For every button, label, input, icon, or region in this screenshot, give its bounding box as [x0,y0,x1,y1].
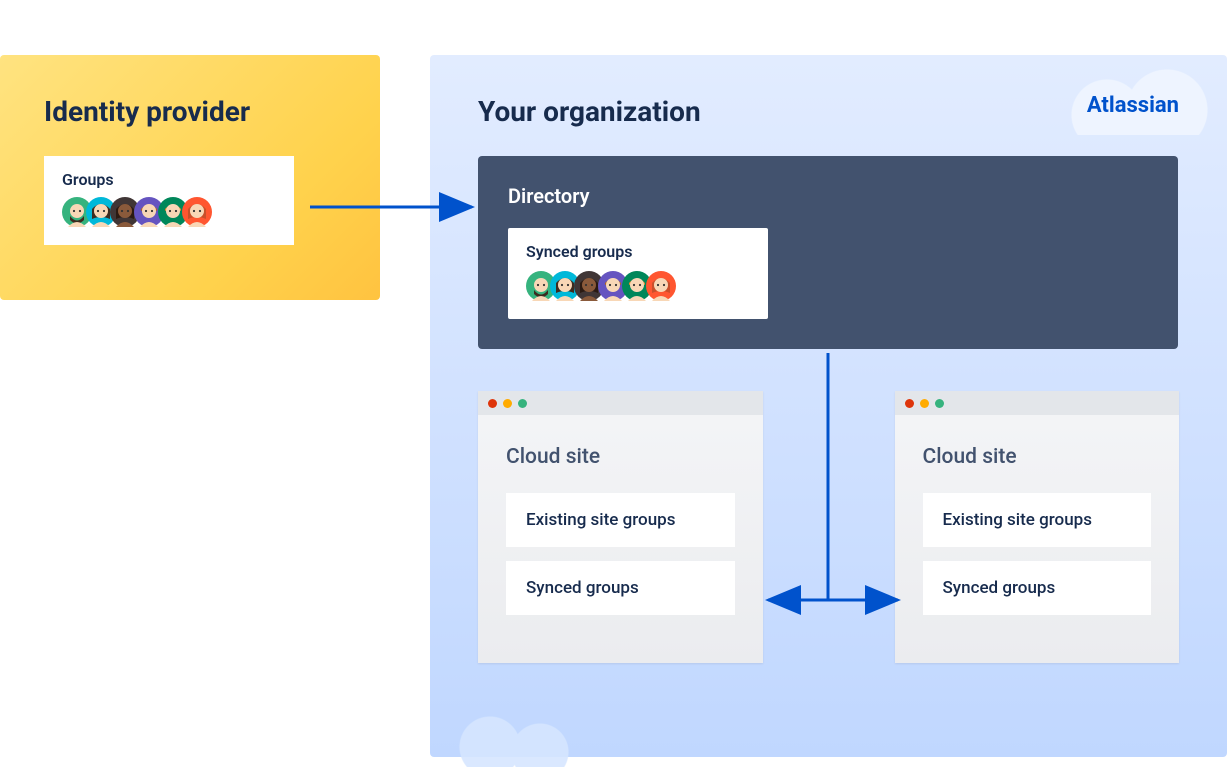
user-avatar-icon [182,197,212,227]
cloud-site-window: Cloud site Existing site groups Synced g… [478,391,763,663]
organization-panel: Your organization Atlassian Directory Sy… [430,55,1227,757]
brand-label: Atlassian [1087,93,1179,118]
cloud-site-title: Cloud site [923,445,1152,469]
identity-provider-panel: Identity provider Groups [0,55,380,300]
window-dot-close-icon [488,399,497,408]
existing-groups-box: Existing site groups [506,493,735,547]
directory-synced-card: Synced groups [508,228,768,319]
window-dot-max-icon [935,399,944,408]
directory-avatar-row [526,271,750,301]
window-dot-min-icon [503,399,512,408]
cloud-decoration [450,707,600,767]
synced-groups-box: Synced groups [506,561,735,615]
cloud-site-window: Cloud site Existing site groups Synced g… [895,391,1180,663]
directory-title: Directory [508,184,1148,208]
identity-provider-title: Identity provider [44,95,336,128]
idp-avatar-row [62,197,276,227]
existing-groups-box: Existing site groups [923,493,1152,547]
cloud-sites-row: Cloud site Existing site groups Synced g… [478,391,1179,663]
window-titlebar [478,391,763,415]
window-titlebar [895,391,1180,415]
synced-groups-box: Synced groups [923,561,1152,615]
window-dot-min-icon [920,399,929,408]
user-avatar-icon [646,271,676,301]
cloud-site-title: Cloud site [506,445,735,469]
window-dot-close-icon [905,399,914,408]
directory-synced-label: Synced groups [526,242,750,261]
idp-groups-label: Groups [62,170,276,189]
idp-groups-card: Groups [44,156,294,245]
window-dot-max-icon [518,399,527,408]
directory-block: Directory Synced groups [478,156,1178,349]
